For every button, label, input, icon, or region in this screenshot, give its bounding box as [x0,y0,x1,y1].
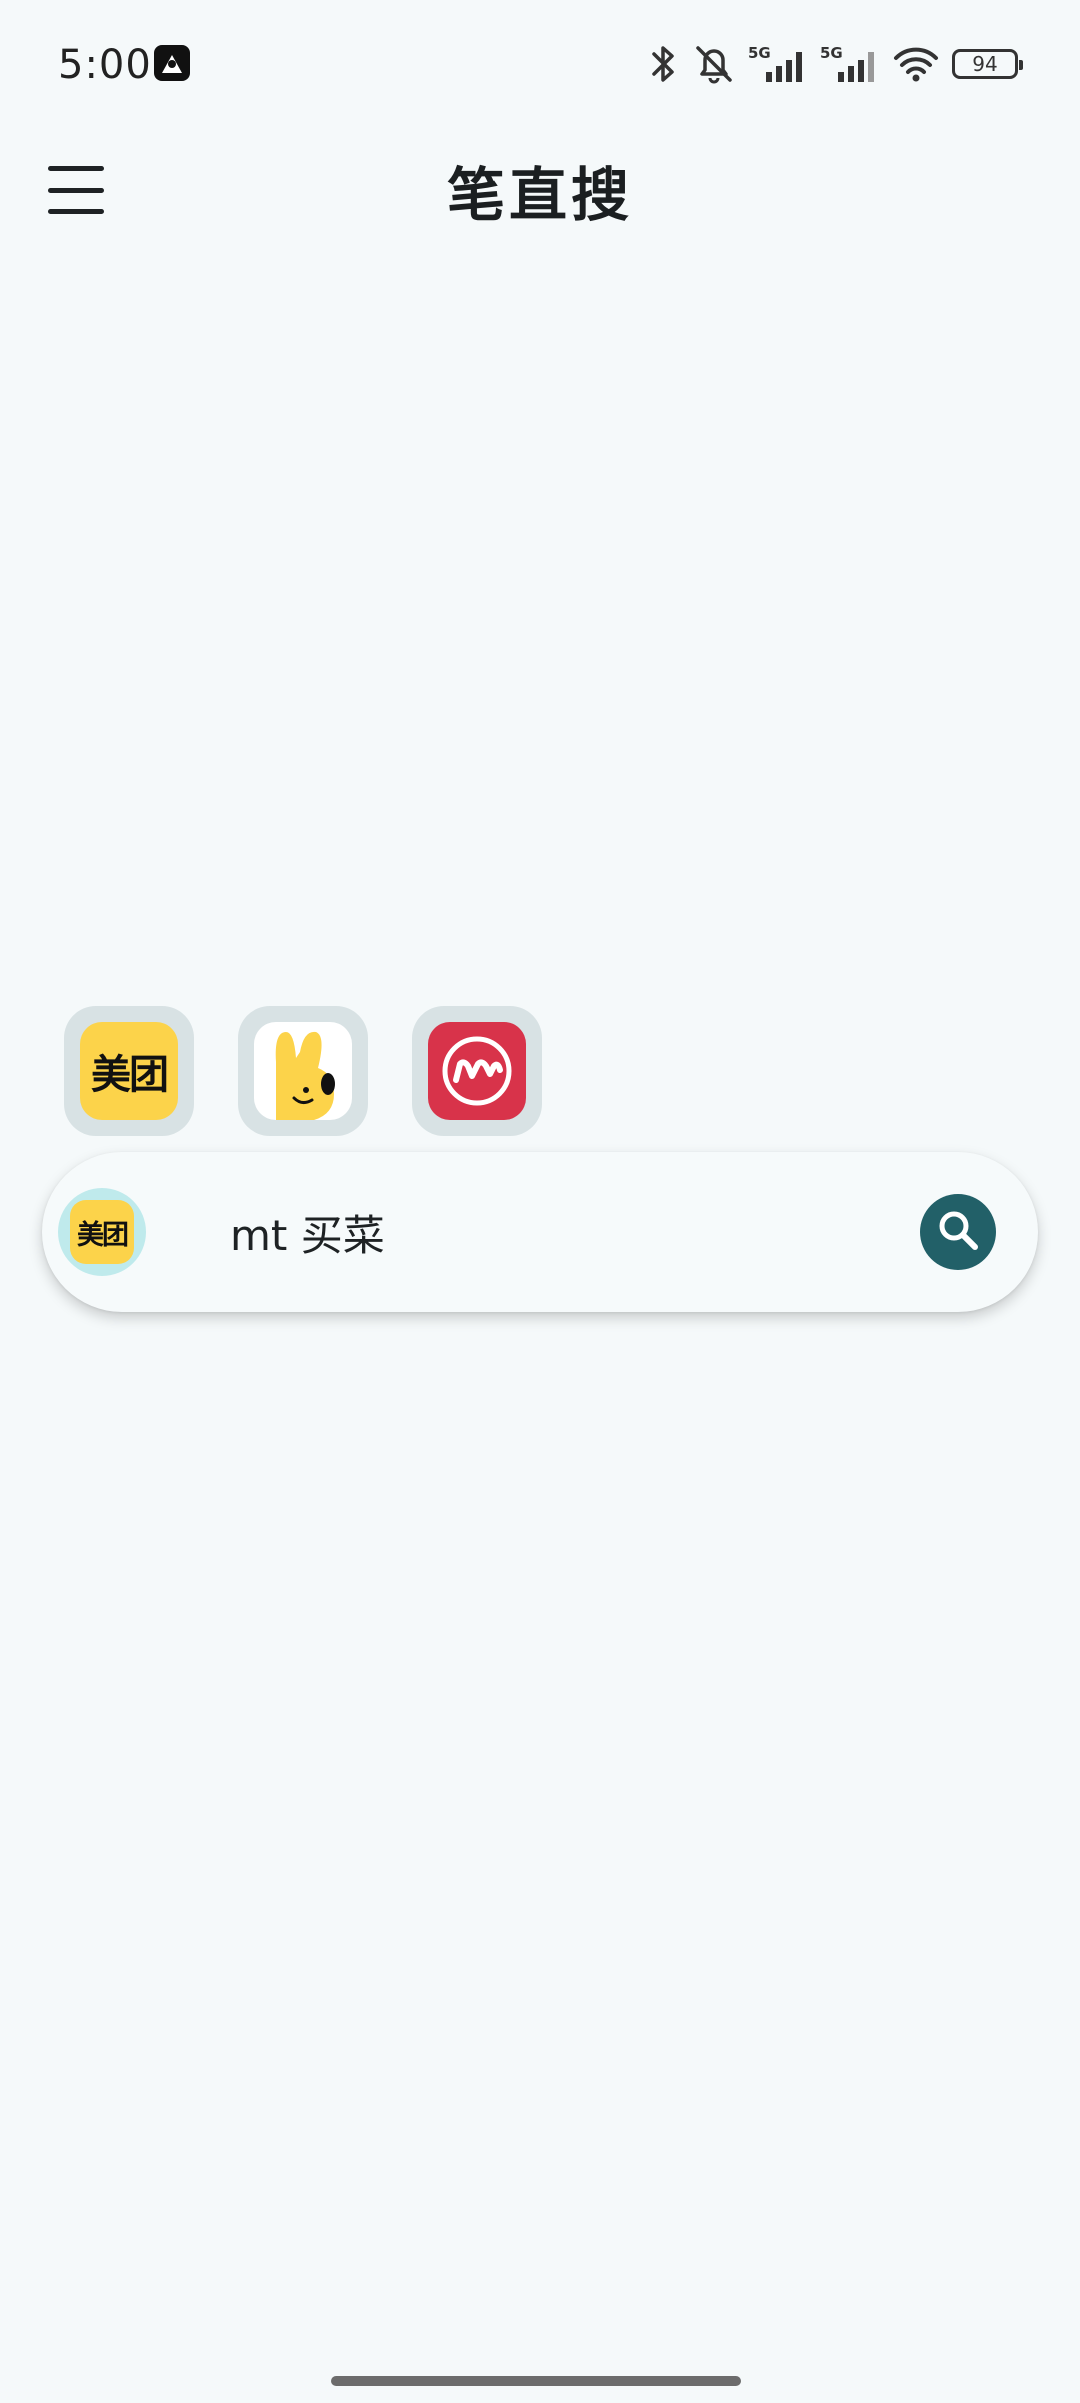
signal-icon-2: 5G [820,44,880,84]
shortcut-meitu[interactable] [412,1006,542,1136]
page-title: 笔直搜 [446,161,633,229]
meituan-icon-label: 美团 [91,1052,169,1098]
shortcut-meituan[interactable]: 美团 [64,1006,194,1136]
meitu-app-icon [428,1022,526,1120]
meituan-app-icon: 美团 [70,1200,134,1264]
meituan-app-icon: 美团 [80,1022,178,1120]
app-shortcuts: 美团 [64,1006,542,1136]
battery-indicator: 94 [952,49,1023,79]
bunny-app-icon [254,1022,352,1120]
network-type-1: 5G [748,44,771,62]
status-time: 5:00 [58,42,152,88]
battery-level: 94 [972,52,998,76]
muted-bell-icon [692,44,736,84]
gesture-navigation-bar[interactable] [331,2376,741,2386]
bluetooth-icon [646,44,680,84]
selected-app-button[interactable]: 美团 [58,1188,146,1276]
search-bar: 美团 [42,1152,1038,1312]
wifi-icon [892,44,940,84]
signal-icon: 5G [748,44,808,84]
notification-app-icon [154,45,190,81]
selected-app-label: 美团 [77,1219,129,1251]
search-icon [934,1206,982,1258]
search-input[interactable] [186,1192,906,1272]
status-bar: 5:00 5G 5G 94 [0,0,1080,120]
search-button[interactable] [920,1194,996,1270]
network-type-2: 5G [820,44,843,62]
shortcut-bunny-app[interactable] [238,1006,368,1136]
status-icons: 5G 5G 94 [646,36,1023,92]
